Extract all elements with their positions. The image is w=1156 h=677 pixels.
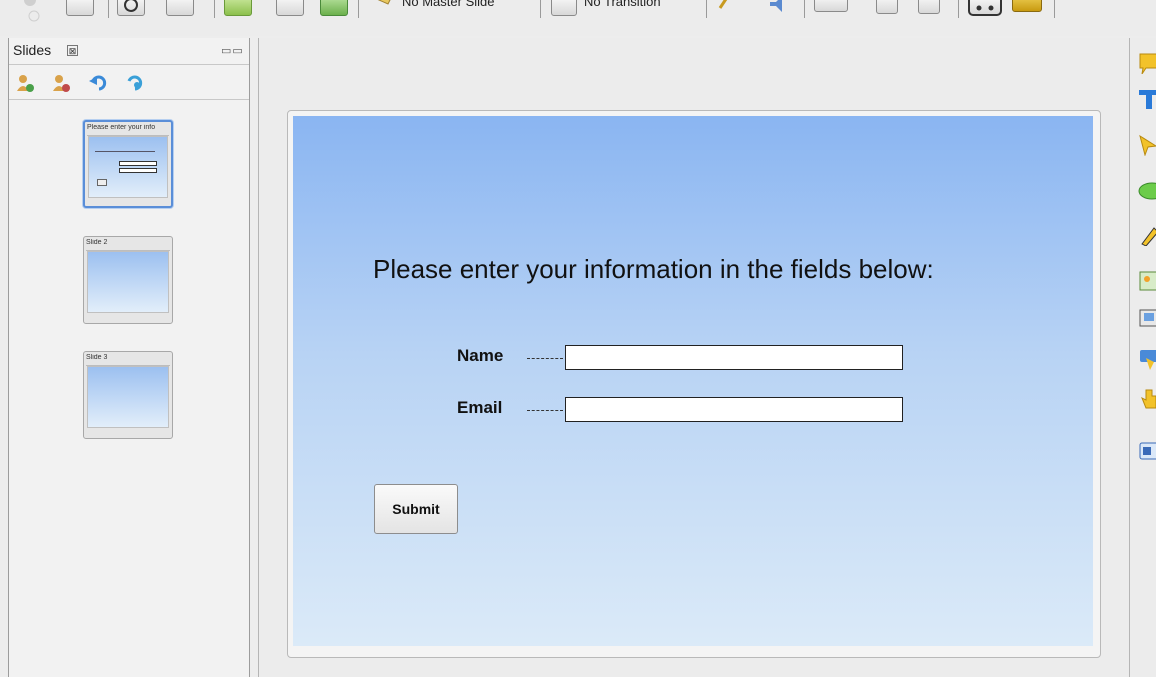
slides-panel-title: Slides	[13, 42, 52, 58]
record-icon[interactable]	[117, 0, 145, 16]
slide-thumbnail-preview	[87, 366, 169, 428]
transition-dropdown[interactable]: No Transition	[584, 0, 661, 9]
slide-thumbnail-title: Slide 2	[86, 239, 170, 251]
text-tool-icon[interactable]	[1138, 88, 1156, 110]
slide[interactable]: Please enter your information in the fie…	[293, 116, 1093, 646]
toolbar-separator	[706, 0, 707, 18]
image-icon[interactable]	[1138, 270, 1156, 292]
toolbar-separator	[214, 0, 215, 18]
user-icon[interactable]	[20, 0, 48, 22]
background-icon[interactable]	[320, 0, 348, 16]
redo-icon[interactable]	[125, 73, 145, 93]
toolbar-separator	[540, 0, 541, 18]
master-slide-icon	[368, 0, 392, 8]
name-field[interactable]	[565, 345, 903, 370]
pen-tool-icon[interactable]	[1138, 224, 1156, 247]
slide-thumbnail-2[interactable]: Slide 2	[83, 236, 173, 324]
speech-bubble-icon[interactable]	[1138, 52, 1156, 75]
remove-user-icon[interactable]	[51, 73, 71, 93]
master-slide-dropdown[interactable]: No Master Slide	[402, 0, 494, 9]
close-icon[interactable]: ⊠	[67, 45, 78, 56]
submit-button[interactable]: Submit	[374, 484, 458, 534]
minimize-maximize-icon[interactable]: ▭▭	[221, 44, 244, 57]
slide-thumbnail-title: Please enter your info	[87, 124, 169, 136]
name-connector	[527, 358, 563, 359]
undo-icon[interactable]	[89, 73, 109, 93]
name-label: Name	[457, 346, 504, 365]
click-hand-icon[interactable]	[1138, 388, 1156, 410]
slide-frame: Please enter your information in the fie…	[287, 110, 1101, 658]
slide-thumbnail-preview	[88, 136, 168, 198]
add-icon[interactable]	[166, 0, 194, 16]
email-field[interactable]	[565, 397, 903, 422]
slides-panel-header: Slides ⊠ ▭▭	[9, 38, 249, 65]
toolbar-separator	[804, 0, 805, 18]
brush-icon[interactable]	[716, 0, 732, 12]
object-toolbar	[1129, 38, 1156, 677]
zoom-icon[interactable]	[876, 0, 898, 14]
add-user-icon[interactable]	[15, 73, 35, 93]
slide-thumbnail-3[interactable]: Slide 3	[83, 351, 173, 439]
button-widget-icon[interactable]	[1138, 348, 1156, 370]
caption-icon[interactable]	[814, 0, 848, 12]
input-field-icon[interactable]	[1138, 440, 1156, 462]
new-slide-icon[interactable]	[66, 0, 94, 16]
toolbar-separator	[108, 0, 109, 18]
slide-thumbnail-preview	[87, 251, 169, 313]
slides-panel: Slides ⊠ ▭▭ Please enter your info Slide…	[8, 38, 250, 677]
transition-icon	[551, 0, 577, 16]
accessibility-icon[interactable]	[968, 0, 1002, 16]
email-connector	[527, 410, 563, 411]
shape-icon[interactable]	[1138, 180, 1156, 202]
select-cursor-icon[interactable]	[1138, 134, 1156, 157]
toolbar-separator	[1054, 0, 1055, 18]
toolbar-separator	[358, 0, 359, 18]
screenshot-icon[interactable]	[1138, 308, 1156, 330]
toolbar-separator	[958, 0, 959, 18]
slide-thumbnail-title: Slide 3	[86, 354, 170, 366]
slide-heading: Please enter your information in the fie…	[373, 254, 934, 284]
preview-icon[interactable]	[918, 0, 940, 14]
top-toolbar: No Master Slide No Transition	[0, 0, 1156, 36]
slide-thumbnail-1[interactable]: Please enter your info	[83, 120, 173, 208]
timeline-icon[interactable]	[1012, 0, 1042, 12]
slides-panel-toolbar	[9, 65, 249, 100]
layout-icon[interactable]	[276, 0, 304, 16]
audio-icon[interactable]	[768, 0, 790, 14]
email-label: Email	[457, 398, 503, 417]
slide-canvas-area: Please enter your information in the fie…	[258, 38, 1129, 677]
import-icon[interactable]	[224, 0, 252, 16]
